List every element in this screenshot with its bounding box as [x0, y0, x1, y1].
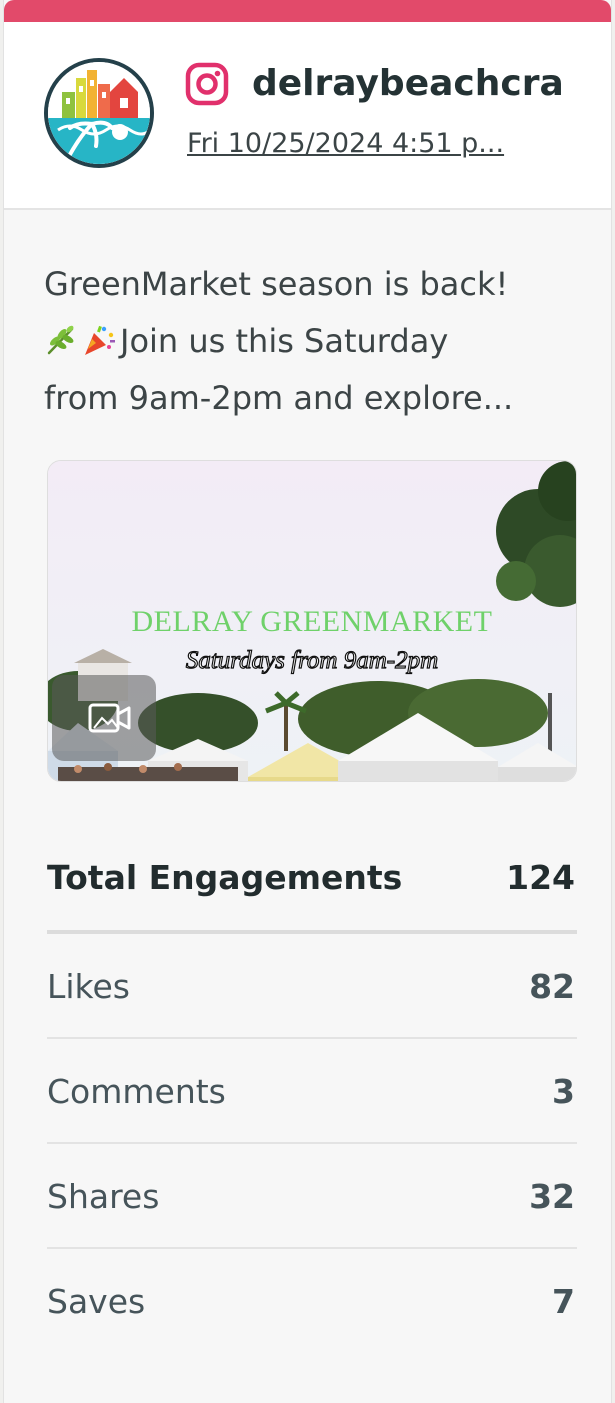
account-avatar[interactable]: [44, 58, 154, 168]
stat-value: 7: [552, 1282, 575, 1321]
stat-row-shares: Shares 32: [47, 1144, 577, 1249]
delray-logo-icon: [48, 62, 150, 164]
account-handle[interactable]: delraybeachcra: [252, 62, 564, 106]
stat-label: Likes: [47, 967, 130, 1006]
stat-value: 32: [529, 1177, 575, 1216]
post-media-thumbnail[interactable]: DELRAY GREENMARKET Saturdays from 9am-2p…: [47, 460, 577, 782]
stat-row-likes: Likes 82: [47, 934, 577, 1039]
post-caption: GreenMarket season is back! Join us this…: [44, 256, 579, 427]
video-type-badge: [52, 675, 156, 761]
stat-label: Comments: [47, 1072, 226, 1111]
accent-bar: [4, 0, 611, 22]
stat-row-saves: Saves 7: [47, 1249, 577, 1354]
stat-value: 82: [529, 967, 575, 1006]
stat-value: 124: [506, 858, 575, 897]
caption-line-text: Join us this Saturday: [120, 322, 449, 360]
media-overlay-title: DELRAY GREENMARKET: [131, 605, 493, 638]
stat-label: Shares: [47, 1177, 160, 1216]
post-header: delraybeachcra Fri 10/25/2024 4:51 p...: [4, 22, 611, 210]
party-popper-emoji-icon: [85, 325, 115, 355]
caption-line-with-emoji: Join us this Saturday: [44, 313, 579, 370]
stat-label: Total Engagements: [47, 858, 403, 897]
video-camera-icon: [88, 703, 131, 733]
stat-value: 3: [552, 1072, 575, 1111]
post-card: delraybeachcra Fri 10/25/2024 4:51 p... …: [3, 0, 612, 1403]
stat-row-total-engagements: Total Engagements 124: [47, 830, 577, 934]
engagement-stats: Total Engagements 124 Likes 82 Comments …: [47, 830, 577, 1354]
caption-line: from 9am-2pm and explore...: [44, 379, 514, 417]
media-overlay-subtitle: Saturdays from 9am-2pm: [185, 646, 439, 674]
instagram-icon: [185, 62, 229, 106]
herb-emoji-icon: [47, 325, 74, 355]
post-timestamp-link[interactable]: Fri 10/25/2024 4:51 p...: [187, 126, 504, 162]
stat-label: Saves: [47, 1282, 146, 1321]
stat-row-comments: Comments 3: [47, 1039, 577, 1144]
caption-line: GreenMarket season is back!: [44, 265, 509, 303]
